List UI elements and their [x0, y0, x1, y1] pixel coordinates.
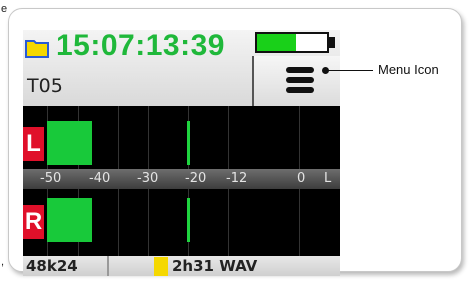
- status-divider: [107, 256, 109, 276]
- scale-label: L: [324, 171, 332, 186]
- db-scale: -50 -40 -30 -20 -12 0 L: [23, 169, 340, 189]
- peak-indicator-right: [187, 198, 190, 242]
- edge-text-fragment-bottom: ,: [1, 256, 5, 268]
- peak-indicator-left: [187, 121, 190, 165]
- channel-badge-left: L: [23, 127, 44, 161]
- folder-icon: [25, 40, 49, 58]
- level-bar-left: [47, 121, 93, 165]
- top-bar: 15:07:13:39 T05: [23, 30, 340, 106]
- timecode-display: 15:07:13:39: [56, 30, 225, 62]
- scale-label: -20: [185, 171, 207, 186]
- status-bar: 48k24 2h31 WAV: [23, 256, 340, 276]
- battery-level-fill: [257, 34, 296, 51]
- scale-label: -12: [226, 171, 248, 186]
- callout-leader-line: [326, 70, 373, 71]
- file-info-label: 2h31 WAV: [172, 257, 258, 275]
- scale-label: -30: [137, 171, 159, 186]
- take-name: T05: [27, 75, 63, 97]
- battery-terminal: [329, 37, 335, 48]
- level-bar-right: [47, 198, 93, 242]
- file-tag-icon: [154, 257, 168, 276]
- hamburger-menu-icon[interactable]: [286, 67, 314, 93]
- battery-icon: [255, 32, 329, 53]
- sample-rate-label: 48k24: [26, 257, 78, 275]
- channel-badge-right: R: [23, 205, 44, 239]
- scale-label: 0: [297, 171, 306, 186]
- callout-label: Menu Icon: [378, 62, 439, 77]
- scale-label: -40: [89, 171, 111, 186]
- scale-label: -50: [40, 171, 62, 186]
- recorder-screen: 15:07:13:39 T05 L -50 -40 -30 -20 -12 0 …: [23, 30, 340, 276]
- menu-button[interactable]: [254, 56, 340, 106]
- edge-text-fragment-top: e: [1, 3, 8, 15]
- level-meters: L -50 -40 -30 -20 -12 0 L R: [23, 106, 340, 256]
